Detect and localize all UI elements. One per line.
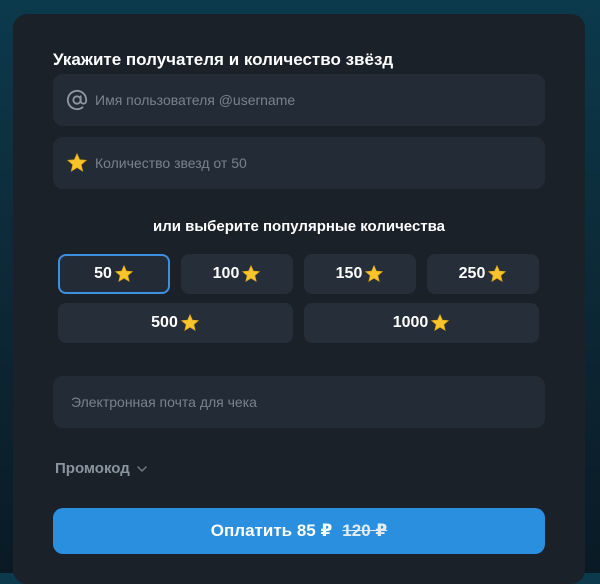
preset-50-button[interactable]: 50 [58, 254, 170, 294]
promo-toggle[interactable]: Промокод [55, 460, 148, 477]
star-icon [241, 264, 261, 284]
at-icon [65, 88, 89, 112]
stars-quantity-input[interactable]: Количество звезд от 50 [53, 137, 545, 189]
form-title: Укажите получателя и количество звёзд [53, 50, 394, 69]
popular-title: или выберите популярные количества [152, 218, 446, 235]
pay-button[interactable]: Оплатить 85 ₽ 120 ₽ [53, 508, 545, 554]
email-input[interactable]: Электронная почта для чека [53, 376, 545, 428]
star-icon [180, 313, 200, 333]
preset-label: 150 [335, 265, 363, 282]
chevron-down-icon [136, 463, 148, 475]
preset-label: 250 [458, 265, 486, 282]
preset-1000-button[interactable]: 1000 [304, 303, 539, 343]
preset-150-button[interactable]: 150 [304, 254, 416, 294]
username-placeholder: Имя пользователя @username [95, 92, 296, 108]
star-icon [65, 151, 89, 175]
order-card: Укажите получателя и количество звёзд Им… [13, 14, 585, 584]
star-icon [114, 264, 134, 284]
preset-label: 100 [212, 265, 240, 282]
preset-500-button[interactable]: 500 [58, 303, 293, 343]
username-input[interactable]: Имя пользователя @username [53, 74, 545, 126]
star-icon [430, 313, 450, 333]
email-placeholder: Электронная почта для чека [71, 394, 257, 410]
preset-label: 1000 [392, 314, 429, 331]
preset-label: 500 [151, 314, 178, 331]
star-icon [487, 264, 507, 284]
star-icon [364, 264, 384, 284]
preset-100-button[interactable]: 100 [181, 254, 293, 294]
promo-label: Промокод [55, 460, 130, 477]
old-price: 120 ₽ [342, 521, 388, 540]
preset-250-button[interactable]: 250 [427, 254, 539, 294]
stars-placeholder: Количество звезд от 50 [95, 155, 247, 171]
preset-label: 50 [94, 265, 112, 282]
pay-label: Оплатить 85 ₽ [210, 521, 333, 540]
